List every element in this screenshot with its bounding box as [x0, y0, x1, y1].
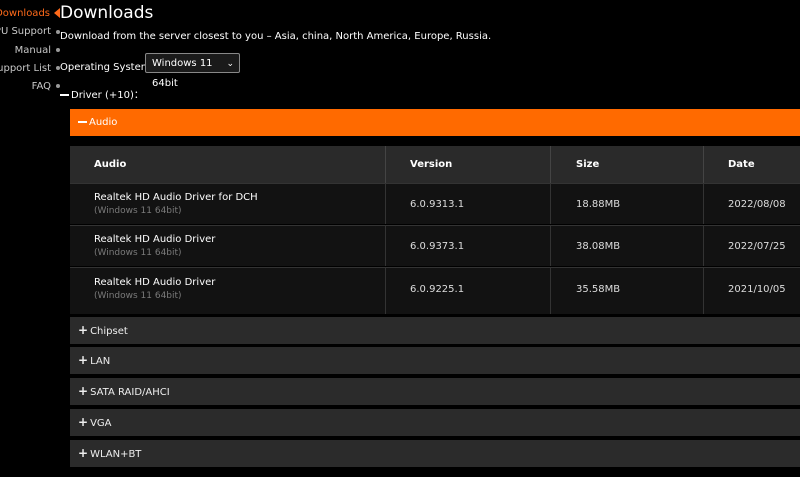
- column-divider: [703, 268, 704, 314]
- intro-text: Download from the server closest to you …: [60, 31, 492, 42]
- driver-date: 2021/10/05: [728, 284, 786, 295]
- driver-version: 6.0.9313.1: [410, 199, 465, 210]
- os-select-value: Windows 11 64bit: [152, 58, 213, 89]
- column-divider: [550, 268, 551, 314]
- driver-section-toggle[interactable]: Driver (+10)：: [60, 86, 144, 101]
- driver-os: (Windows 11 64bit): [94, 291, 182, 301]
- sidebar: Downloads CPU Support Manual Support Lis…: [0, 0, 64, 477]
- category-label: WLAN+BT: [90, 449, 142, 460]
- category-audio[interactable]: Audio: [70, 109, 800, 136]
- sidebar-item-faq[interactable]: FAQ: [32, 81, 51, 93]
- table-row[interactable]: Realtek HD Audio Driver (Windows 11 64bi…: [70, 225, 800, 266]
- os-select[interactable]: Windows 11 64bit ⌄: [145, 53, 240, 89]
- category-label: Chipset: [90, 326, 128, 337]
- page-title: Downloads: [60, 3, 154, 23]
- column-divider: [703, 184, 704, 224]
- driver-size: 18.88MB: [576, 199, 621, 210]
- driver-name[interactable]: Realtek HD Audio Driver for DCH: [94, 192, 258, 203]
- category-vga[interactable]: + VGA: [70, 409, 800, 436]
- category-wlan-bt[interactable]: + WLAN+BT: [70, 440, 800, 467]
- sidebar-item-manual[interactable]: Manual: [15, 45, 51, 57]
- category-lan[interactable]: + LAN: [70, 347, 800, 374]
- minus-icon: [78, 121, 87, 123]
- column-divider: [550, 226, 551, 266]
- column-header-size: Size: [576, 159, 600, 170]
- driver-date: 2022/08/08: [728, 199, 786, 210]
- category-label: LAN: [90, 356, 111, 367]
- driver-name[interactable]: Realtek HD Audio Driver: [94, 277, 215, 288]
- main-content: Downloads Download from the server close…: [60, 0, 800, 477]
- table-row[interactable]: Realtek HD Audio Driver (Windows 11 64bi…: [70, 267, 800, 314]
- chevron-down-icon: ⌄: [226, 59, 234, 69]
- column-divider: [550, 146, 551, 183]
- driver-date: 2022/07/25: [728, 241, 786, 252]
- driver-os: (Windows 11 64bit): [94, 206, 182, 216]
- sidebar-item-support-list[interactable]: Support List: [0, 63, 51, 75]
- column-header-version: Version: [410, 159, 453, 170]
- driver-version: 6.0.9225.1: [410, 284, 465, 295]
- column-header-date: Date: [728, 159, 755, 170]
- column-divider: [385, 268, 386, 314]
- downloads-page: Downloads CPU Support Manual Support Lis…: [0, 0, 800, 477]
- table-row[interactable]: Realtek HD Audio Driver for DCH (Windows…: [70, 183, 800, 224]
- column-divider: [385, 184, 386, 224]
- column-divider: [385, 146, 386, 183]
- table-header: Audio Version Size Date: [70, 146, 800, 183]
- column-divider: [703, 226, 704, 266]
- driver-size: 35.58MB: [576, 284, 621, 295]
- plus-icon: +: [78, 353, 89, 367]
- minus-icon: [60, 94, 69, 96]
- column-divider: [550, 184, 551, 224]
- category-label: VGA: [90, 418, 112, 429]
- driver-name[interactable]: Realtek HD Audio Driver: [94, 234, 215, 245]
- column-divider: [703, 146, 704, 183]
- plus-icon: +: [78, 446, 89, 460]
- sidebar-item-downloads[interactable]: Downloads: [0, 8, 50, 20]
- category-chipset[interactable]: + Chipset: [70, 317, 800, 344]
- column-divider: [385, 226, 386, 266]
- sidebar-item-cpu-support[interactable]: CPU Support: [0, 26, 51, 38]
- plus-icon: +: [78, 415, 89, 429]
- driver-os: (Windows 11 64bit): [94, 248, 182, 258]
- category-sata-raid-ahci[interactable]: + SATA RAID/AHCI: [70, 378, 800, 405]
- column-header-audio: Audio: [94, 159, 127, 170]
- driver-size: 38.08MB: [576, 241, 621, 252]
- driver-version: 6.0.9373.1: [410, 241, 465, 252]
- plus-icon: +: [78, 323, 89, 337]
- plus-icon: +: [78, 384, 89, 398]
- driver-heading: Driver (+10)：: [71, 90, 144, 101]
- category-label: SATA RAID/AHCI: [90, 387, 170, 398]
- category-label: Audio: [89, 117, 118, 128]
